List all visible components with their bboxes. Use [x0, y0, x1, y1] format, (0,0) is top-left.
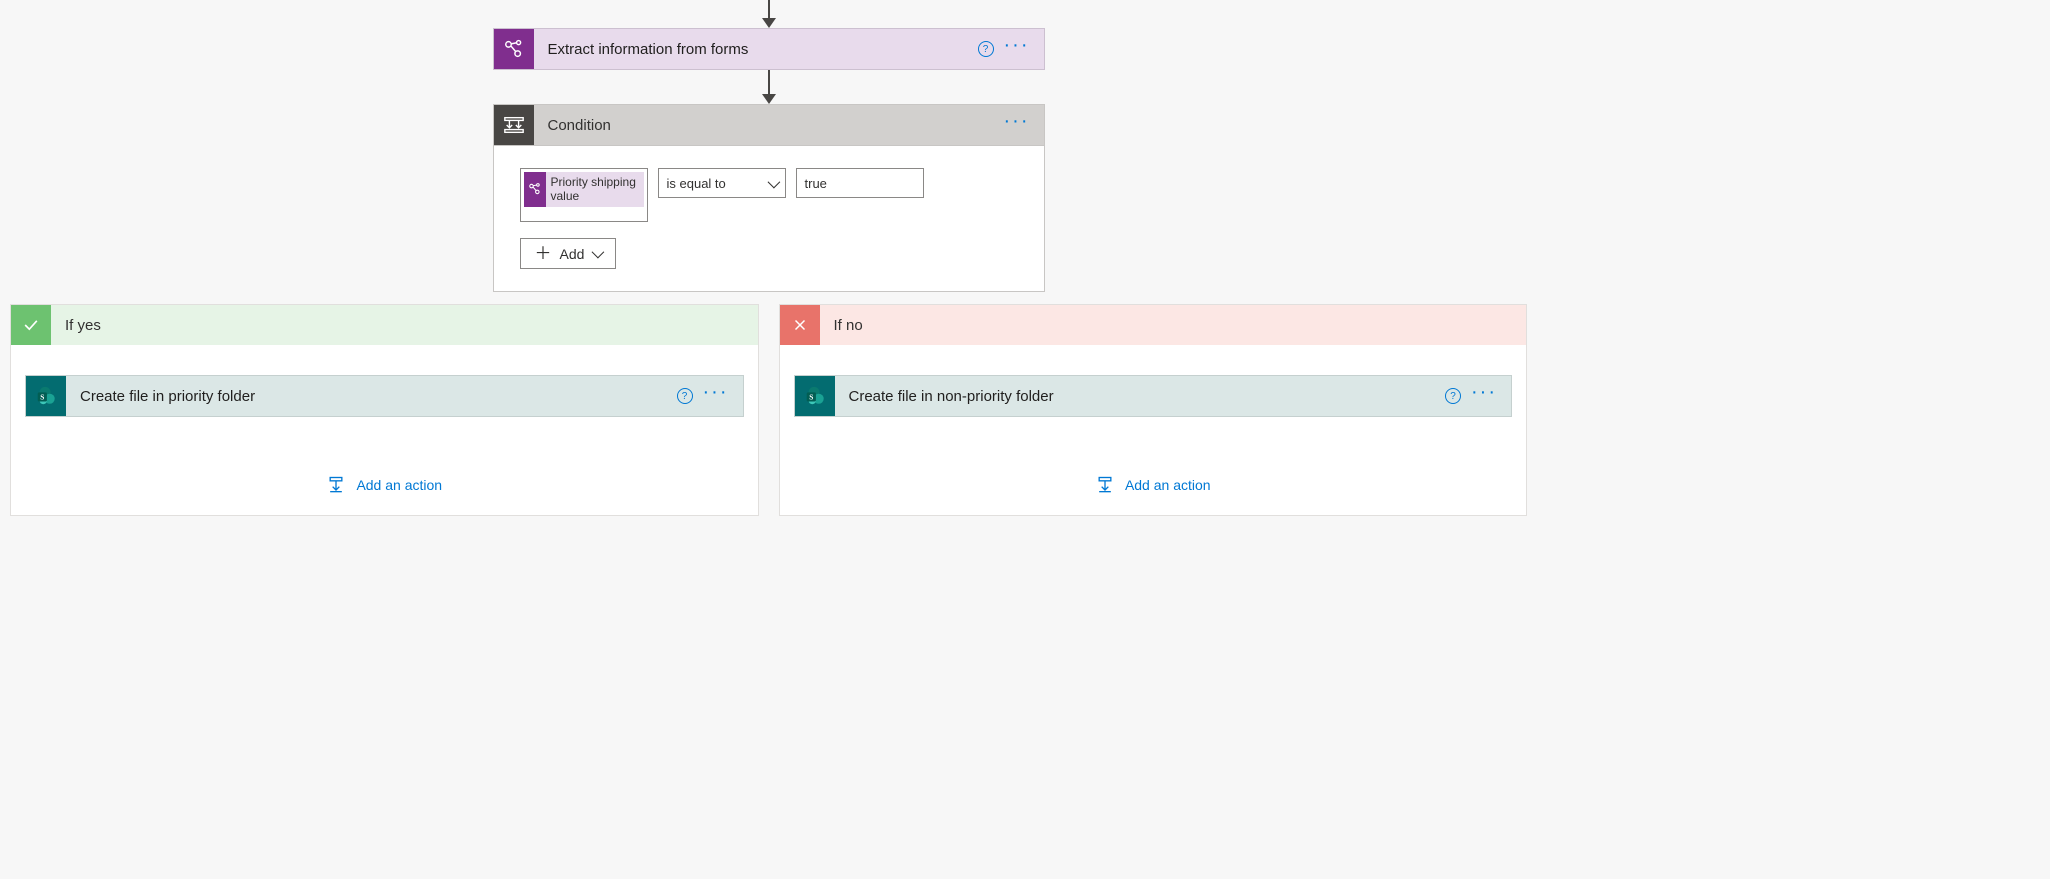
condition-icon — [494, 105, 534, 145]
condition-operator-dropdown[interactable]: is equal to — [658, 168, 786, 198]
condition-value: true — [805, 176, 827, 191]
add-button-label: Add — [560, 246, 585, 262]
ai-builder-icon — [494, 29, 534, 69]
svg-text:S: S — [40, 393, 44, 402]
if-no-branch: If no S Create file in non-priority fold… — [779, 304, 1528, 516]
plus-icon: ＋ — [535, 245, 552, 262]
svg-text:S: S — [809, 393, 813, 402]
more-menu-icon[interactable]: ··· — [1004, 45, 1030, 53]
more-menu-icon[interactable]: ··· — [703, 392, 729, 400]
token-label: Priority shipping value — [546, 172, 644, 207]
more-menu-icon[interactable]: ··· — [1004, 121, 1030, 129]
if-yes-branch: If yes S Create file in priority folder — [10, 304, 759, 516]
add-action-icon — [1095, 475, 1115, 495]
branch-label: If no — [820, 317, 877, 334]
sharepoint-icon: S — [795, 376, 835, 416]
chevron-down-icon — [767, 175, 780, 188]
step-title: Create file in non-priority folder — [835, 388, 1446, 405]
help-icon[interactable]: ? — [677, 388, 693, 404]
ai-builder-icon — [524, 172, 546, 207]
sharepoint-icon: S — [26, 376, 66, 416]
close-icon — [780, 305, 820, 345]
condition-header[interactable]: Condition ··· — [494, 105, 1044, 146]
branch-label: If yes — [51, 317, 115, 334]
add-action-icon — [326, 475, 346, 495]
chevron-down-icon — [592, 246, 605, 259]
dynamic-content-token[interactable]: Priority shipping value — [524, 172, 644, 207]
condition-title: Condition — [534, 117, 1004, 134]
help-icon[interactable]: ? — [1445, 388, 1461, 404]
step-title: Create file in priority folder — [66, 388, 677, 405]
operator-value: is equal to — [667, 176, 726, 191]
condition-step[interactable]: Condition ··· — [493, 104, 1045, 292]
condition-body: Priority shipping value is equal to true… — [494, 146, 1044, 291]
extract-information-step[interactable]: Extract information from forms ? ··· — [493, 28, 1045, 70]
step-title: Extract information from forms — [534, 41, 978, 58]
condition-right-operand[interactable]: true — [796, 168, 924, 198]
if-yes-header[interactable]: If yes — [11, 305, 758, 345]
checkmark-icon — [11, 305, 51, 345]
add-action-label: Add an action — [1125, 477, 1211, 493]
add-an-action-button[interactable]: Add an action — [326, 475, 442, 495]
condition-left-operand[interactable]: Priority shipping value — [520, 168, 648, 222]
connector-arrow — [762, 70, 776, 104]
add-action-label: Add an action — [356, 477, 442, 493]
connector-arrow — [762, 0, 776, 28]
help-icon[interactable]: ? — [978, 41, 994, 57]
more-menu-icon[interactable]: ··· — [1471, 392, 1497, 400]
create-file-nonpriority-step[interactable]: S Create file in non-priority folder ? ·… — [794, 375, 1513, 417]
create-file-priority-step[interactable]: S Create file in priority folder ? ··· — [25, 375, 744, 417]
add-condition-button[interactable]: ＋ Add — [520, 238, 617, 269]
add-an-action-button[interactable]: Add an action — [1095, 475, 1211, 495]
if-no-header[interactable]: If no — [780, 305, 1527, 345]
